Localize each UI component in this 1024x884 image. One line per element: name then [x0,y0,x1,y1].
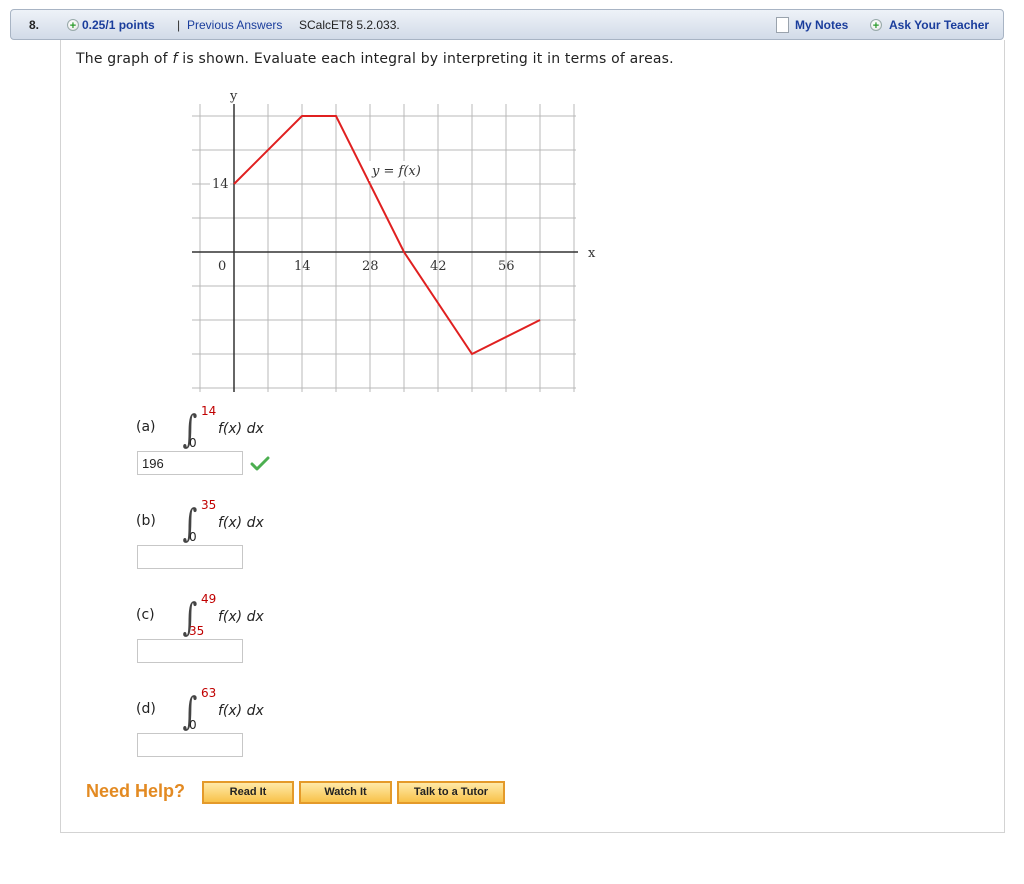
y-tick-label: 14 [212,177,229,192]
upper-limit-d: 63 [201,686,217,700]
lower-limit-a: 0 [189,436,197,450]
question-header: 8. + 0.25/1 points | Previous Answers SC… [10,9,1004,40]
ask-your-teacher-link[interactable]: Ask Your Teacher [889,10,989,41]
graph-axes [192,104,578,392]
answer-input-a[interactable] [137,451,243,475]
talk-to-tutor-button[interactable]: Talk to a Tutor [397,781,505,804]
notes-page-icon[interactable] [776,17,789,33]
part-b-label: (b) [136,513,156,529]
function-graph: y x y = f(x) 0 14 28 42 56 14 [192,89,596,392]
lower-limit-c: 35 [189,624,205,638]
lower-limit-b: 0 [189,530,197,544]
answer-input-d[interactable] [137,733,243,757]
my-notes-link[interactable]: My Notes [795,10,848,41]
problem-code: SCalcET8 5.2.033. [299,18,400,32]
x-tick-label: 56 [498,259,515,274]
y-axis-label: y [229,89,238,104]
graph-grid [192,104,576,392]
read-it-button[interactable]: Read It [202,781,294,804]
ask-teacher-plus-icon[interactable]: + [870,19,882,32]
function-curve [233,115,541,356]
lower-limit-d: 0 [189,718,197,732]
question-number: 8. [29,18,40,32]
tick-labels: 0 14 28 42 56 14 [210,176,515,274]
x-tick-label: 42 [430,259,447,274]
upper-limit-c: 49 [201,592,217,606]
x-axis-label: x [588,246,596,261]
question-prompt: The graph of f is shown. Evaluate each i… [76,51,674,67]
integrand-d: f(x) dx [218,703,264,719]
integrand-c: f(x) dx [218,609,264,625]
need-help-label: Need Help? [86,781,186,801]
prompt-text-end: is shown. Evaluate each integral by inte… [177,51,674,67]
x-tick-label: 14 [294,259,311,274]
upper-limit-b: 35 [201,498,217,512]
upper-limit-a: 14 [201,404,217,418]
part-c-label: (c) [136,607,155,623]
header-separator: | [177,18,181,32]
prompt-text-start: The graph of [76,51,173,67]
integrand-b: f(x) dx [218,515,264,531]
part-a-label: (a) [136,419,156,435]
correct-check-icon [250,456,270,471]
answer-input-b[interactable] [137,545,243,569]
x-tick-label: 0 [218,259,226,274]
points-link[interactable]: 0.25/1 points [82,10,155,41]
part-d-label: (d) [136,701,156,717]
answer-input-c[interactable] [137,639,243,663]
watch-it-button[interactable]: Watch It [299,781,392,804]
x-tick-label: 28 [362,259,379,274]
integrand-a: f(x) dx [218,421,264,437]
previous-answers-link[interactable]: Previous Answers [187,10,282,41]
expand-plus-icon[interactable]: + [67,19,79,32]
curve-label: y = f(x) [371,164,421,179]
